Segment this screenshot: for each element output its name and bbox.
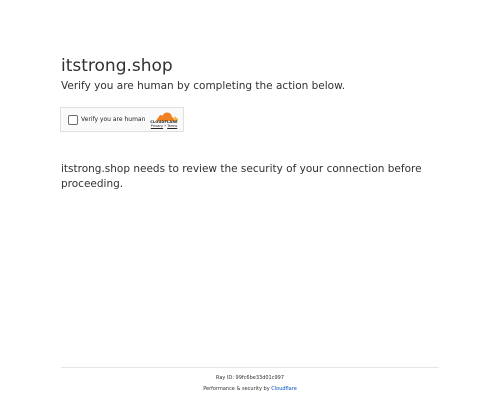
ray-id-label: Ray ID: [215, 375, 236, 381]
footer-divider [61, 367, 439, 368]
ray-id-value: 99fc6be33d01c997 [235, 375, 285, 381]
verify-checkbox[interactable] [68, 115, 78, 125]
turnstile-widget: Verify you are human CLOUDFLARE Privacy … [60, 107, 184, 132]
privacy-link[interactable]: Privacy [151, 124, 163, 128]
cloudflare-link[interactable]: Cloudflare [271, 386, 297, 392]
challenge-page: itstrong.shop Verify you are human by co… [0, 0, 500, 400]
widget-links: Privacy • Terms [147, 124, 181, 128]
page-title: itstrong.shop [61, 56, 173, 76]
security-message: itstrong.shop needs to review the securi… [61, 163, 422, 190]
performance-text: Performance & security by [203, 386, 272, 392]
page-subtitle: Verify you are human by completing the a… [61, 80, 346, 92]
ray-id-line: Ray ID: 99fc6be33d01c997 [0, 375, 500, 382]
performance-line: Performance & security by Cloudflare [0, 386, 500, 393]
verify-checkbox-label[interactable]: Verify you are human [81, 116, 145, 124]
terms-link[interactable]: Terms [167, 124, 177, 128]
